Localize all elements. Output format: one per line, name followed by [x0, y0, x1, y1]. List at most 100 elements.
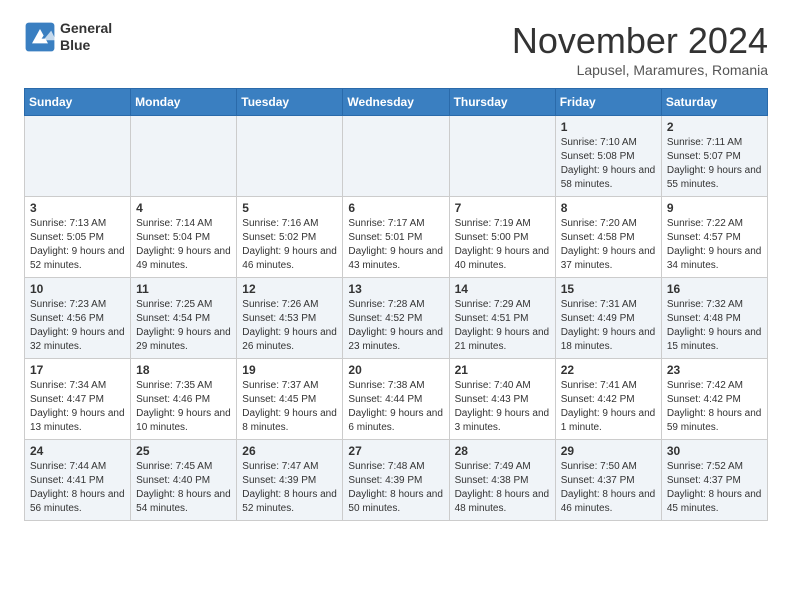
calendar-cell: 16 Sunrise: 7:32 AM Sunset: 4:48 PM Dayli… — [661, 278, 767, 359]
day-info: Sunrise: 7:23 AM Sunset: 4:56 PM Dayligh… — [30, 298, 125, 354]
day-number: 9 — [667, 201, 762, 215]
month-title: November 2024 — [512, 20, 768, 62]
col-saturday: Saturday — [661, 89, 767, 116]
logo-line2: Blue — [60, 37, 112, 54]
day-info: Sunrise: 7:44 AM Sunset: 4:41 PM Dayligh… — [30, 460, 125, 516]
day-number: 4 — [136, 201, 231, 215]
day-number: 29 — [561, 444, 656, 458]
day-number: 15 — [561, 282, 656, 296]
day-number: 24 — [30, 444, 125, 458]
day-info: Sunrise: 7:37 AM Sunset: 4:45 PM Dayligh… — [242, 379, 337, 435]
calendar-cell: 15 Sunrise: 7:31 AM Sunset: 4:49 PM Dayli… — [555, 278, 661, 359]
col-sunday: Sunday — [25, 89, 131, 116]
day-info: Sunrise: 7:49 AM Sunset: 4:38 PM Dayligh… — [455, 460, 550, 516]
calendar-week-3: 17 Sunrise: 7:34 AM Sunset: 4:47 PM Dayli… — [25, 359, 768, 440]
logo-text: General Blue — [60, 20, 112, 54]
calendar-cell: 18 Sunrise: 7:35 AM Sunset: 4:46 PM Dayli… — [131, 359, 237, 440]
calendar-cell: 2 Sunrise: 7:11 AM Sunset: 5:07 PM Daylig… — [661, 116, 767, 197]
calendar-week-4: 24 Sunrise: 7:44 AM Sunset: 4:41 PM Dayli… — [25, 440, 768, 521]
day-info: Sunrise: 7:10 AM Sunset: 5:08 PM Dayligh… — [561, 136, 656, 192]
calendar-cell — [25, 116, 131, 197]
day-number: 7 — [455, 201, 550, 215]
day-number: 23 — [667, 363, 762, 377]
calendar-cell — [237, 116, 343, 197]
location-subtitle: Lapusel, Maramures, Romania — [512, 62, 768, 78]
day-number: 10 — [30, 282, 125, 296]
calendar-cell: 8 Sunrise: 7:20 AM Sunset: 4:58 PM Daylig… — [555, 197, 661, 278]
day-number: 21 — [455, 363, 550, 377]
calendar-cell — [343, 116, 449, 197]
day-number: 6 — [348, 201, 443, 215]
day-info: Sunrise: 7:52 AM Sunset: 4:37 PM Dayligh… — [667, 460, 762, 516]
day-number: 25 — [136, 444, 231, 458]
calendar-cell — [449, 116, 555, 197]
day-info: Sunrise: 7:48 AM Sunset: 4:39 PM Dayligh… — [348, 460, 443, 516]
day-info: Sunrise: 7:31 AM Sunset: 4:49 PM Dayligh… — [561, 298, 656, 354]
calendar-cell: 3Sunrise: 7:13 AM Sunset: 5:05 PM Daylig… — [25, 197, 131, 278]
day-info: Sunrise: 7:32 AM Sunset: 4:48 PM Dayligh… — [667, 298, 762, 354]
day-number: 16 — [667, 282, 762, 296]
calendar-page: General Blue November 2024 Lapusel, Mara… — [0, 0, 792, 541]
calendar-cell: 1 Sunrise: 7:10 AM Sunset: 5:08 PM Daylig… — [555, 116, 661, 197]
day-info: Sunrise: 7:35 AM Sunset: 4:46 PM Dayligh… — [136, 379, 231, 435]
day-info: Sunrise: 7:11 AM Sunset: 5:07 PM Dayligh… — [667, 136, 762, 192]
day-number: 30 — [667, 444, 762, 458]
day-info: Sunrise: 7:47 AM Sunset: 4:39 PM Dayligh… — [242, 460, 337, 516]
calendar-cell: 20Sunrise: 7:38 AM Sunset: 4:44 PM Dayli… — [343, 359, 449, 440]
day-info: Sunrise: 7:14 AM Sunset: 5:04 PM Dayligh… — [136, 217, 231, 273]
day-number: 27 — [348, 444, 443, 458]
calendar-cell: 7 Sunrise: 7:19 AM Sunset: 5:00 PM Daylig… — [449, 197, 555, 278]
day-number: 14 — [455, 282, 550, 296]
calendar-cell: 26Sunrise: 7:47 AM Sunset: 4:39 PM Dayli… — [237, 440, 343, 521]
day-number: 18 — [136, 363, 231, 377]
day-info: Sunrise: 7:38 AM Sunset: 4:44 PM Dayligh… — [348, 379, 443, 435]
calendar-cell — [131, 116, 237, 197]
day-number: 11 — [136, 282, 231, 296]
calendar-cell: 4 Sunrise: 7:14 AM Sunset: 5:04 PM Daylig… — [131, 197, 237, 278]
day-number: 1 — [561, 120, 656, 134]
day-info: Sunrise: 7:40 AM Sunset: 4:43 PM Dayligh… — [455, 379, 550, 435]
day-info: Sunrise: 7:16 AM Sunset: 5:02 PM Dayligh… — [242, 217, 337, 273]
col-tuesday: Tuesday — [237, 89, 343, 116]
calendar-body: 1 Sunrise: 7:10 AM Sunset: 5:08 PM Daylig… — [25, 116, 768, 521]
day-number: 22 — [561, 363, 656, 377]
day-number: 3 — [30, 201, 125, 215]
day-info: Sunrise: 7:17 AM Sunset: 5:01 PM Dayligh… — [348, 217, 443, 273]
day-number: 8 — [561, 201, 656, 215]
calendar-cell: 25Sunrise: 7:45 AM Sunset: 4:40 PM Dayli… — [131, 440, 237, 521]
calendar-cell: 23Sunrise: 7:42 AM Sunset: 4:42 PM Dayli… — [661, 359, 767, 440]
day-number: 5 — [242, 201, 337, 215]
day-info: Sunrise: 7:34 AM Sunset: 4:47 PM Dayligh… — [30, 379, 125, 435]
calendar-cell: 21 Sunrise: 7:40 AM Sunset: 4:43 PM Dayli… — [449, 359, 555, 440]
day-number: 12 — [242, 282, 337, 296]
calendar-cell: 22Sunrise: 7:41 AM Sunset: 4:42 PM Dayli… — [555, 359, 661, 440]
calendar-header: Sunday Monday Tuesday Wednesday Thursday… — [25, 89, 768, 116]
logo: General Blue — [24, 20, 112, 54]
day-info: Sunrise: 7:28 AM Sunset: 4:52 PM Dayligh… — [348, 298, 443, 354]
day-number: 2 — [667, 120, 762, 134]
col-thursday: Thursday — [449, 89, 555, 116]
day-number: 19 — [242, 363, 337, 377]
calendar-cell: 17 Sunrise: 7:34 AM Sunset: 4:47 PM Dayli… — [25, 359, 131, 440]
calendar-cell: 19 Sunrise: 7:37 AM Sunset: 4:45 PM Dayli… — [237, 359, 343, 440]
calendar-cell: 10 Sunrise: 7:23 AM Sunset: 4:56 PM Dayli… — [25, 278, 131, 359]
day-info: Sunrise: 7:26 AM Sunset: 4:53 PM Dayligh… — [242, 298, 337, 354]
logo-icon — [24, 21, 56, 53]
calendar-cell: 27 Sunrise: 7:48 AM Sunset: 4:39 PM Dayli… — [343, 440, 449, 521]
calendar-cell: 30 Sunrise: 7:52 AM Sunset: 4:37 PM Dayli… — [661, 440, 767, 521]
day-info: Sunrise: 7:20 AM Sunset: 4:58 PM Dayligh… — [561, 217, 656, 273]
calendar-table: Sunday Monday Tuesday Wednesday Thursday… — [24, 88, 768, 521]
calendar-cell: 14Sunrise: 7:29 AM Sunset: 4:51 PM Dayli… — [449, 278, 555, 359]
day-number: 13 — [348, 282, 443, 296]
calendar-week-2: 10 Sunrise: 7:23 AM Sunset: 4:56 PM Dayli… — [25, 278, 768, 359]
col-wednesday: Wednesday — [343, 89, 449, 116]
calendar-week-0: 1 Sunrise: 7:10 AM Sunset: 5:08 PM Daylig… — [25, 116, 768, 197]
day-info: Sunrise: 7:50 AM Sunset: 4:37 PM Dayligh… — [561, 460, 656, 516]
col-friday: Friday — [555, 89, 661, 116]
calendar-week-1: 3Sunrise: 7:13 AM Sunset: 5:05 PM Daylig… — [25, 197, 768, 278]
logo-line1: General — [60, 20, 112, 37]
title-block: November 2024 Lapusel, Maramures, Romani… — [512, 20, 768, 78]
day-number: 17 — [30, 363, 125, 377]
header: General Blue November 2024 Lapusel, Mara… — [24, 20, 768, 78]
day-info: Sunrise: 7:19 AM Sunset: 5:00 PM Dayligh… — [455, 217, 550, 273]
